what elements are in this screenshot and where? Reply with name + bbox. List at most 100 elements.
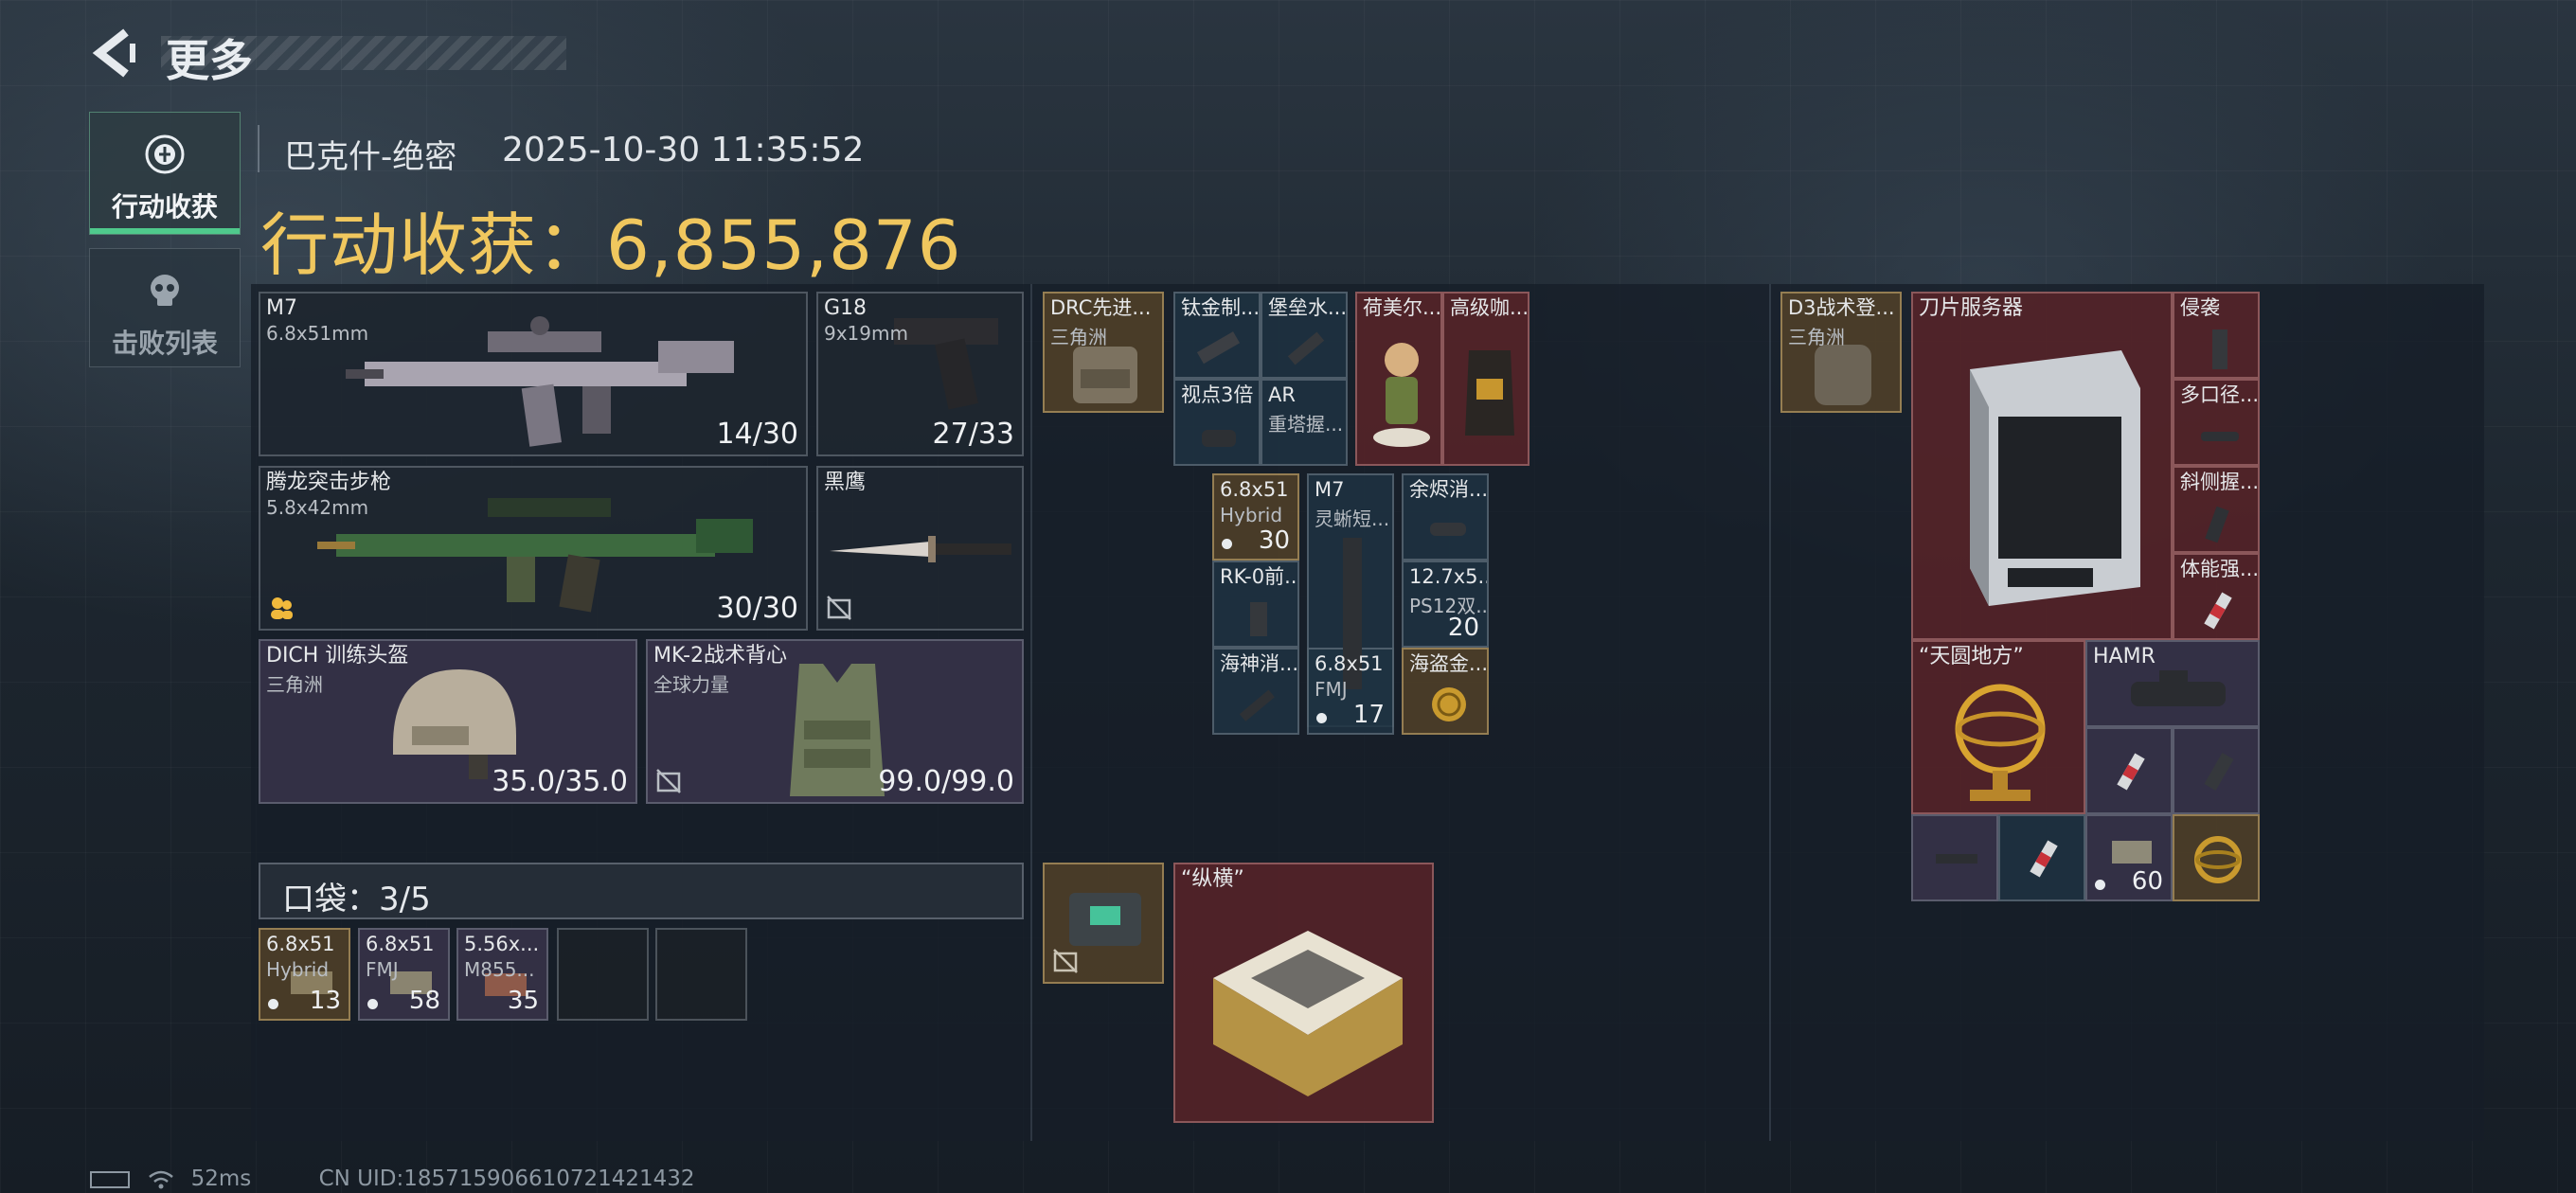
backpack-item[interactable]: 多口径... <box>2173 379 2260 466</box>
backpack-item[interactable] <box>2173 814 2260 901</box>
item-sub: M855... <box>464 958 535 981</box>
armor-vest-icon <box>790 664 885 796</box>
ammo-dot-icon <box>2095 880 2105 890</box>
item-name: 视点3倍 <box>1181 383 1254 406</box>
pocket-empty-slot[interactable] <box>557 928 649 1021</box>
pocket-empty-slot[interactable] <box>655 928 747 1021</box>
magazine-icon <box>2212 329 2227 369</box>
item-name: 6.8x51 <box>266 933 335 955</box>
backpack-item[interactable]: 刀片服务器 <box>1911 292 2173 640</box>
item-count: 20 <box>1447 614 1479 642</box>
rig-item[interactable]: 堡垒水... <box>1261 292 1348 379</box>
syringe-icon <box>2030 840 2058 878</box>
grip-icon <box>2205 506 2229 543</box>
rig-item[interactable]: 余烬消... <box>1402 473 1489 561</box>
secondary-weapon-slot[interactable]: 腾龙突击步枪 5.8x42mm 30/30 <box>259 466 808 631</box>
item-count: 58 <box>408 987 440 1015</box>
rig-item[interactable]: 12.7x5... PS12双... 20 <box>1402 561 1489 648</box>
item-count: 35 <box>507 987 539 1015</box>
item-name: 斜侧握... <box>2180 471 2260 493</box>
melee-slot[interactable]: 黑鹰 <box>816 466 1024 631</box>
backpack-item[interactable] <box>1911 814 1998 901</box>
ammo-dot-icon <box>1222 539 1232 549</box>
rig-item[interactable]: 钛金制... <box>1173 292 1261 379</box>
item-name: 体能强... <box>2180 558 2260 580</box>
backpack-item[interactable]: 60 <box>2085 814 2173 901</box>
loot-icon <box>145 134 185 174</box>
map-name: 巴克什-绝密 <box>284 138 457 176</box>
rig-item[interactable]: AR 重塔握... <box>1261 379 1348 466</box>
item-count: 60 <box>2131 867 2163 896</box>
item-name: “纵横” <box>1181 867 1244 891</box>
weapon-ammo: 30/30 <box>716 592 798 625</box>
helmet-name: DICH 训练头盔 <box>266 644 409 668</box>
helmet-durability: 35.0/35.0 <box>492 765 628 798</box>
primary-weapon-slot[interactable]: M7 6.8x51mm 14/30 <box>259 292 808 456</box>
attachment-icon <box>1287 331 1325 365</box>
item-name: AR <box>1268 383 1296 406</box>
rig-name: DRC先进... <box>1050 296 1152 319</box>
backpack-item[interactable]: “天圆地方” <box>1911 640 2085 814</box>
backpack-item[interactable] <box>1998 814 2085 901</box>
backpack-item[interactable]: 斜侧握... <box>2173 466 2260 553</box>
battery-icon <box>90 1170 130 1188</box>
ammo-box-icon <box>2112 841 2152 864</box>
safe-box-icon <box>1069 893 1141 946</box>
suppressor-icon <box>1430 523 1466 536</box>
safe-box-slot[interactable] <box>1043 863 1164 984</box>
rig-item[interactable]: 6.8x51 Hybrid 30 <box>1212 473 1299 561</box>
helmet-slot[interactable]: DICH 训练头盔 三角洲 35.0/35.0 <box>259 639 637 804</box>
backpack-item[interactable] <box>2173 727 2260 814</box>
back-button[interactable] <box>90 27 137 80</box>
rig-item[interactable]: 海神消... <box>1212 648 1299 735</box>
page-title: 更多 <box>166 35 253 86</box>
rig-item[interactable]: 视点3倍 <box>1173 379 1261 466</box>
sidearm-slot[interactable]: G18 9x19mm 27/33 <box>816 292 1024 456</box>
pocket-item[interactable]: 6.8x51 FMJ 58 <box>358 928 450 1021</box>
rig-item[interactable]: 荷美尔... <box>1355 292 1442 466</box>
item-name: 6.8x51 <box>1315 652 1384 675</box>
tab-loot[interactable]: 行动收获 <box>89 112 241 235</box>
ammo-dot-icon <box>268 999 278 1009</box>
backpack-slot[interactable]: D3战术登... 三角洲 <box>1780 292 1902 413</box>
no-insurance-icon <box>656 769 681 793</box>
backpack-item[interactable]: HAMR <box>2085 640 2260 727</box>
backpack-item[interactable]: 侵袭 <box>2173 292 2260 379</box>
backpack-item[interactable] <box>2085 727 2173 814</box>
armor-durability: 99.0/99.0 <box>878 765 1014 798</box>
bag-name: D3战术登... <box>1788 296 1895 319</box>
item-count: 17 <box>1352 701 1385 729</box>
pocket-item[interactable]: 6.8x51 Hybrid 13 <box>259 928 350 1021</box>
weapon-caliber: 6.8x51mm <box>266 322 369 345</box>
panel-separator <box>1030 284 1032 1141</box>
tab-kills[interactable]: 击败列表 <box>89 248 241 367</box>
earnings-total: 行动收获：6,855,876 <box>260 189 961 289</box>
suppressor-icon <box>1239 689 1275 721</box>
item-name: 6.8x51 <box>366 933 435 955</box>
chevron-left-icon <box>92 28 135 78</box>
handguard-icon <box>1343 538 1362 689</box>
gold-coin-icon <box>1432 687 1466 721</box>
safe-box-item[interactable]: “纵横” <box>1173 863 1434 1123</box>
item-name: 12.7x5... <box>1409 565 1489 588</box>
item-sub: FMJ <box>366 958 399 981</box>
item-name: 钛金制... <box>1181 296 1261 319</box>
rig-item[interactable]: RK-0前... <box>1212 561 1299 648</box>
backpack-item[interactable]: 体能强... <box>2173 553 2260 640</box>
session-datetime: 2025-10-30 11:35:52 <box>502 131 865 169</box>
ammo-dot-icon <box>367 999 378 1009</box>
chest-rig-slot[interactable]: DRC先进... 三角洲 <box>1043 292 1164 413</box>
item-name: 海盗金... <box>1409 652 1489 675</box>
armillary-sphere-icon <box>1955 684 2046 801</box>
weapon-caliber: 9x19mm <box>824 322 908 345</box>
armor-slot[interactable]: MK-2战术背心 全球力量 99.0/99.0 <box>646 639 1024 804</box>
melee-name: 黑鹰 <box>824 471 867 494</box>
rig-item[interactable]: 高级咖... <box>1442 292 1530 466</box>
item-name: 6.8x51 <box>1220 478 1289 501</box>
bag-maker: 三角洲 <box>1788 326 1845 348</box>
ammo-dot-icon <box>1316 713 1327 723</box>
suppressor-icon <box>2201 432 2239 441</box>
pocket-item[interactable]: 5.56x... M855... 35 <box>456 928 548 1021</box>
syringe-icon <box>2117 753 2145 791</box>
rig-item[interactable]: 海盗金... <box>1402 648 1489 735</box>
